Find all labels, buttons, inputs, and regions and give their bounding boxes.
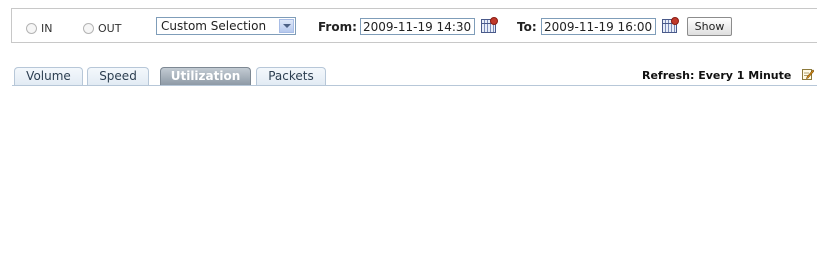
radio-out-circle[interactable] [83, 23, 94, 34]
tab-speed[interactable]: Speed [87, 67, 149, 85]
from-label: From: [318, 20, 357, 34]
to-date-value: 2009-11-19 16:00 [544, 20, 653, 34]
tab-volume[interactable]: Volume [14, 67, 83, 85]
radio-in-circle[interactable] [26, 23, 37, 34]
tab-packets[interactable]: Packets [256, 67, 326, 85]
radio-out[interactable]: OUT [83, 22, 121, 35]
from-date-value: 2009-11-19 14:30 [363, 20, 472, 34]
radio-in[interactable]: IN [26, 22, 52, 35]
radio-out-label: OUT [98, 22, 122, 35]
to-date-input[interactable]: 2009-11-19 16:00 [541, 18, 656, 35]
range-select[interactable]: Custom Selection [156, 17, 296, 35]
show-button[interactable]: Show [687, 17, 732, 36]
from-date-input[interactable]: 2009-11-19 14:30 [360, 18, 475, 35]
radio-in-label: IN [41, 22, 53, 35]
calendar-icon[interactable] [481, 17, 498, 33]
edit-icon[interactable] [802, 68, 814, 80]
refresh-label: Refresh: Every 1 Minute [642, 69, 792, 82]
tab-utilization[interactable]: Utilization [160, 67, 251, 85]
calendar-icon[interactable] [662, 17, 679, 33]
filter-panel: IN OUT Custom Selection From: 2009-11-19… [11, 8, 817, 43]
to-label: To: [517, 20, 537, 34]
tab-divider [12, 85, 817, 86]
chevron-down-icon[interactable] [279, 19, 294, 33]
range-select-value: Custom Selection [161, 19, 267, 33]
